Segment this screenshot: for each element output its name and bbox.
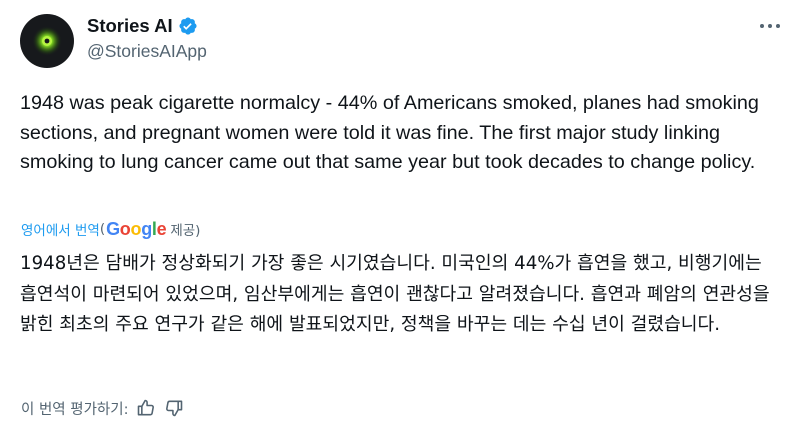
translation-attribution: 영어에서 번역 ( Google 제공)	[21, 218, 200, 240]
google-logo-letter: o	[119, 218, 131, 239]
more-options-icon[interactable]	[758, 16, 782, 36]
thumbs-up-icon[interactable]	[136, 398, 156, 418]
author-handle[interactable]: @StoriesAIApp	[87, 41, 207, 62]
google-logo-letter: e	[156, 218, 167, 239]
google-logo: Google	[106, 218, 167, 240]
translated-from-english-link[interactable]: 영어에서 번역	[21, 219, 100, 239]
google-logo-letter: g	[141, 218, 152, 239]
author-name-row: Stories AI	[87, 14, 198, 38]
rate-translation-label: 이 번역 평가하기:	[21, 401, 129, 418]
author-avatar[interactable]	[20, 14, 74, 68]
verified-badge-icon[interactable]	[178, 16, 198, 36]
google-logo-letter: o	[130, 218, 142, 239]
open-paren: (	[99, 221, 106, 237]
translated-text: 1948년은 담배가 정상화되기 가장 좋은 시기였습니다. 미국인의 44%가…	[20, 253, 770, 335]
green-glow-orb-icon	[32, 26, 62, 56]
rate-translation-row: 이 번역 평가하기:	[21, 396, 184, 420]
tweet-text: 1948 was peak cigarette normalcy - 44% o…	[20, 92, 759, 173]
thumbs-down-icon[interactable]	[164, 398, 184, 418]
author-display-name[interactable]: Stories AI	[87, 15, 173, 37]
google-logo-letter: G	[106, 218, 120, 239]
powered-by-label: 제공)	[170, 223, 201, 239]
